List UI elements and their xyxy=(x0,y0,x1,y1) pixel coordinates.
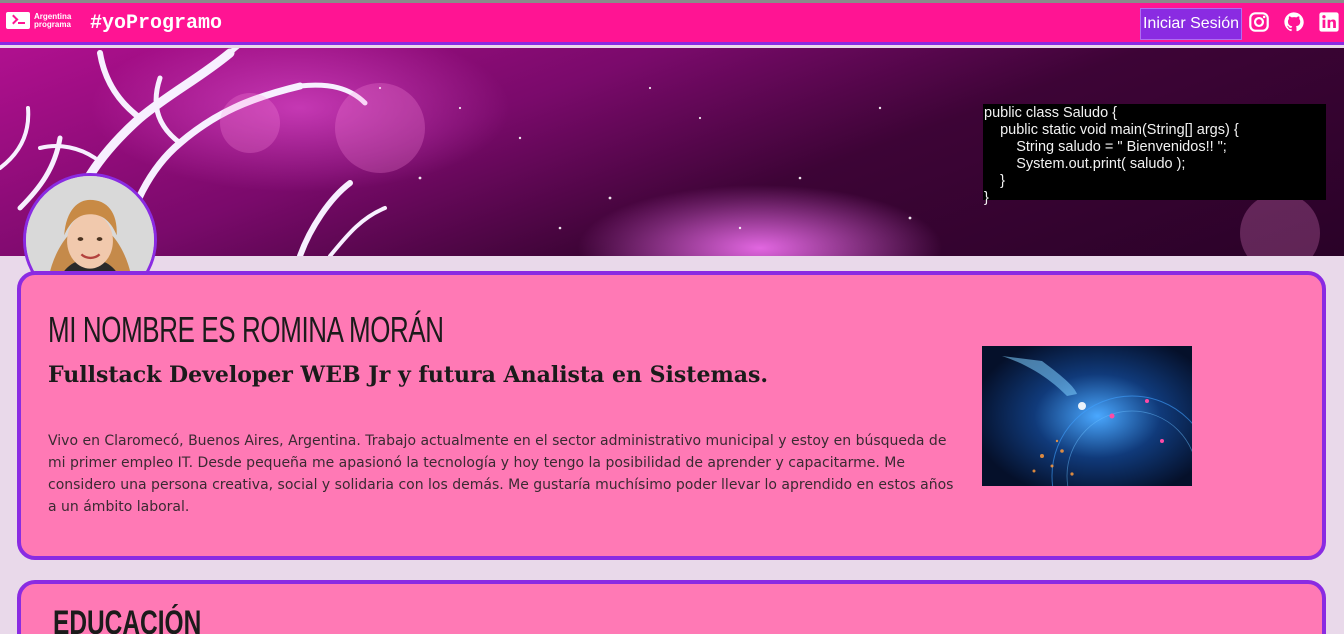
code-snippet: public class Saludo { public static void… xyxy=(983,104,1326,206)
navbar: Argentina programa #yoProgramo Iniciar S… xyxy=(0,3,1344,45)
about-card: MI NOMBRE ES ROMINA MORÁN Fullstack Deve… xyxy=(17,271,1326,560)
logo-text: Argentina programa xyxy=(34,12,71,29)
github-link[interactable] xyxy=(1283,11,1305,33)
digital-hand-illustration xyxy=(982,346,1192,486)
brand-title: #yoProgramo xyxy=(90,12,223,35)
education-card: EDUCACIÓN xyxy=(17,580,1326,634)
technology-image xyxy=(982,346,1192,486)
instagram-icon xyxy=(1249,12,1269,32)
education-title: EDUCACIÓN xyxy=(53,604,202,634)
logo-text-line2: programa xyxy=(34,19,71,29)
profile-bio: Vivo en Claromecó, Buenos Aires, Argenti… xyxy=(48,433,954,515)
instagram-link[interactable] xyxy=(1248,11,1270,33)
argentina-programa-logo[interactable]: Argentina programa xyxy=(6,12,71,29)
linkedin-icon xyxy=(1319,12,1339,32)
terminal-icon xyxy=(6,12,30,29)
github-icon xyxy=(1284,12,1304,32)
login-button[interactable]: Iniciar Sesión xyxy=(1140,8,1242,40)
profile-name: MI NOMBRE ES ROMINA MORÁN xyxy=(48,309,444,350)
linkedin-link[interactable] xyxy=(1318,11,1340,33)
profile-subtitle: Fullstack Developer WEB Jr y futura Anal… xyxy=(48,362,769,388)
banner: public class Saludo { public static void… xyxy=(0,48,1344,256)
